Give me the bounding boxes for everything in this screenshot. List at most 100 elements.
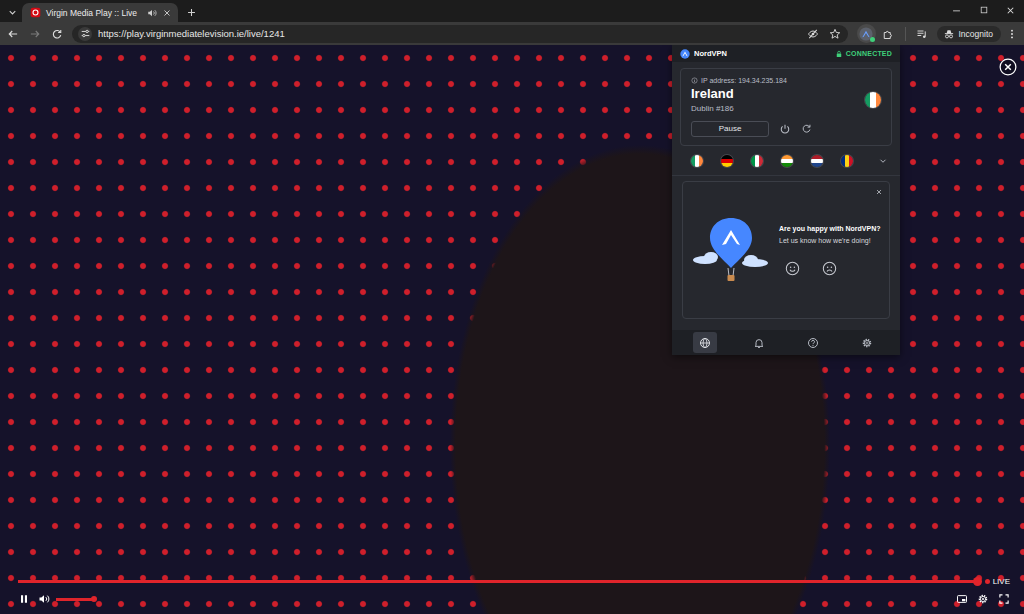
ip-address: IP address: 194.34.235.184	[701, 77, 787, 84]
extensions-button[interactable]	[879, 24, 898, 43]
refresh-icon[interactable]	[801, 123, 812, 134]
happy-face-icon[interactable]	[785, 261, 800, 276]
forward-arrow-icon	[29, 28, 41, 40]
country-flag-icon[interactable]	[781, 155, 793, 167]
feedback-title: Are you happy with NordVPN?	[779, 224, 881, 233]
nav-item[interactable]	[801, 332, 825, 353]
minimize-button[interactable]	[943, 0, 970, 20]
balloon-illustration-icon	[691, 210, 771, 290]
browser-tab[interactable]: Virgin Media Play :: Live	[22, 3, 178, 22]
progress-thumb[interactable]	[973, 577, 982, 586]
lock-icon	[835, 50, 843, 58]
window-close-button[interactable]	[997, 0, 1024, 20]
popup-spacer	[672, 319, 900, 330]
maximize-button[interactable]	[970, 0, 997, 20]
chevron-down-icon	[7, 7, 18, 18]
media-controls-button[interactable]	[913, 24, 932, 43]
menu-button[interactable]	[1004, 24, 1020, 43]
speaker-icon[interactable]	[147, 8, 157, 18]
brand-name: NordVPN	[694, 49, 727, 58]
reload-button[interactable]	[47, 24, 66, 43]
country-flag-icon[interactable]	[751, 155, 763, 167]
nordvpn-extension-button[interactable]	[857, 24, 876, 43]
close-circle-icon[interactable]	[999, 58, 1017, 76]
reload-icon	[51, 28, 63, 40]
star-icon[interactable]	[829, 28, 841, 40]
country-block: IrelandDublin #186	[691, 87, 734, 113]
toolbar: https://play.virginmediatelevision.ie/li…	[0, 22, 1024, 45]
window-controls	[943, 0, 1024, 20]
nav-item[interactable]	[693, 332, 717, 353]
server-name: Dublin #186	[691, 104, 734, 113]
incognito-label: Incognito	[959, 29, 994, 39]
volume-track[interactable]	[56, 598, 94, 601]
site-favicon-icon	[30, 7, 41, 18]
toolbar-divider	[905, 27, 906, 41]
back-button[interactable]	[3, 24, 22, 43]
live-indicator[interactable]: LIVE	[985, 577, 1010, 586]
maximize-icon	[979, 5, 989, 15]
nav-item[interactable]	[855, 332, 879, 353]
globe-icon	[699, 337, 711, 349]
country-flag-icon[interactable]	[691, 155, 703, 167]
controls-row	[18, 588, 1010, 610]
popup-header: NordVPN CONNECTED	[672, 45, 900, 62]
power-icon[interactable]	[779, 123, 791, 135]
live-label: LIVE	[993, 577, 1010, 586]
forward-button	[25, 24, 44, 43]
connected-badge	[870, 37, 875, 42]
site-info-button[interactable]	[78, 27, 92, 41]
picture-in-picture-icon[interactable]	[956, 593, 968, 605]
pause-button[interactable]: Pause	[691, 121, 769, 137]
expand-chevron-icon[interactable]	[878, 156, 888, 166]
address-bar[interactable]: https://play.virginmediatelevision.ie/li…	[72, 25, 848, 43]
progress-fill	[18, 580, 978, 583]
sad-face-icon[interactable]	[822, 261, 837, 276]
connection-status: CONNECTED	[835, 50, 892, 58]
player-controls: LIVE	[0, 575, 1024, 614]
country-row: IrelandDublin #186	[691, 87, 881, 113]
close-icon	[1005, 5, 1016, 16]
popup-nav	[672, 330, 900, 355]
progress-track[interactable]	[18, 580, 978, 583]
page-content: LIVE NordVPN CONNECTED IP address: 194.34.2…	[0, 45, 1024, 614]
country-flag-icon[interactable]	[841, 155, 853, 167]
feedback-text: Are you happy with NordVPN? Let us know h…	[779, 224, 881, 277]
actions-row: Pause	[691, 121, 881, 137]
incognito-indicator[interactable]: Incognito	[937, 26, 1002, 42]
new-tab-button[interactable]	[181, 3, 201, 22]
puzzle-icon	[882, 28, 894, 40]
speaker-icon[interactable]	[38, 593, 50, 605]
tab-title: Virgin Media Play :: Live	[46, 8, 142, 18]
country-flag-icon[interactable]	[721, 155, 733, 167]
tab-search-button[interactable]	[4, 3, 20, 22]
minimize-icon	[951, 5, 962, 16]
help-icon	[807, 337, 819, 349]
tune-icon	[80, 28, 91, 39]
info-icon	[691, 77, 698, 84]
connection-card: IP address: 194.34.235.184 IrelandDublin …	[680, 68, 892, 146]
close-tab-icon[interactable]	[162, 8, 172, 18]
status-label: CONNECTED	[846, 50, 892, 57]
brand: NordVPN	[680, 49, 727, 59]
media-list-icon	[916, 28, 928, 40]
gear-icon	[861, 337, 873, 349]
bell-icon	[753, 337, 765, 349]
country-flag-icon[interactable]	[811, 155, 823, 167]
plus-icon	[186, 7, 197, 18]
fullscreen-icon[interactable]	[998, 593, 1010, 605]
close-icon[interactable]	[875, 188, 883, 196]
nav-item[interactable]	[747, 332, 771, 353]
address-text: https://play.virginmediatelevision.ie/li…	[98, 28, 801, 39]
feedback-subtitle: Let us know how we're doing!	[779, 236, 881, 245]
pause-icon[interactable]	[18, 593, 30, 605]
eye-slash-icon[interactable]	[807, 28, 819, 40]
tab-strip: Virgin Media Play :: Live	[0, 0, 1024, 22]
nordvpn-popup: NordVPN CONNECTED IP address: 194.34.235.1…	[672, 45, 900, 355]
volume-fill	[56, 598, 94, 601]
settings-gear-icon[interactable]	[977, 593, 989, 605]
live-dot	[985, 579, 990, 584]
recent-countries	[672, 148, 900, 176]
volume-thumb[interactable]	[91, 596, 97, 602]
back-arrow-icon	[7, 28, 19, 40]
